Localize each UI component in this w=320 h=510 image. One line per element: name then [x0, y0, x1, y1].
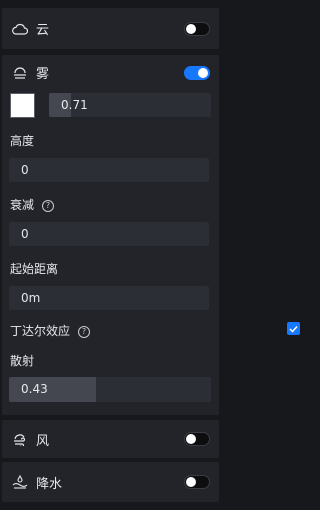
precipitation-icon [11, 474, 29, 490]
fog-label: 雾 [36, 67, 50, 82]
precipitation-toggle[interactable] [184, 475, 210, 489]
scatter-slider[interactable]: 0.43 [9, 377, 211, 402]
tyndall-label-row: 丁达尔效应? [10, 322, 91, 339]
tyndall-checkbox[interactable] [287, 322, 300, 335]
attenuation-input[interactable]: 0 [9, 222, 209, 246]
wind-panel: 风 [2, 420, 219, 458]
help-icon[interactable]: ? [42, 200, 55, 212]
tyndall-label: 丁达尔效应 [10, 324, 71, 338]
scatter-value: 0.43 [21, 382, 48, 396]
start-distance-value: 0m [21, 291, 41, 305]
cloud-toggle[interactable] [184, 22, 210, 36]
start-distance-input[interactable]: 0m [9, 286, 209, 310]
precipitation-label: 降水 [36, 476, 63, 492]
start-distance-label: 起始距离 [10, 262, 59, 276]
precipitation-panel: 降水 [2, 462, 219, 502]
fog-color-swatch[interactable] [10, 93, 35, 118]
scatter-label: 散射 [10, 354, 35, 368]
cloud-panel: 云 [2, 8, 219, 49]
fog-opacity-value: 0.71 [61, 98, 88, 112]
help-icon[interactable]: ? [78, 326, 91, 338]
wind-label: 风 [36, 433, 50, 449]
cloud-icon [11, 21, 29, 37]
height-value: 0 [21, 163, 29, 177]
fog-toggle[interactable] [184, 66, 210, 80]
height-input[interactable]: 0 [9, 158, 209, 182]
attenuation-label: 衰减 [10, 198, 35, 212]
wind-icon [11, 431, 29, 447]
height-label: 高度 [10, 134, 35, 148]
fog-icon [11, 65, 29, 81]
attenuation-label-row: 衰减? [10, 196, 55, 213]
attenuation-value: 0 [21, 227, 29, 241]
cloud-label: 云 [36, 23, 50, 38]
fog-opacity-slider[interactable]: 0.71 [49, 93, 211, 117]
wind-toggle[interactable] [184, 432, 210, 446]
